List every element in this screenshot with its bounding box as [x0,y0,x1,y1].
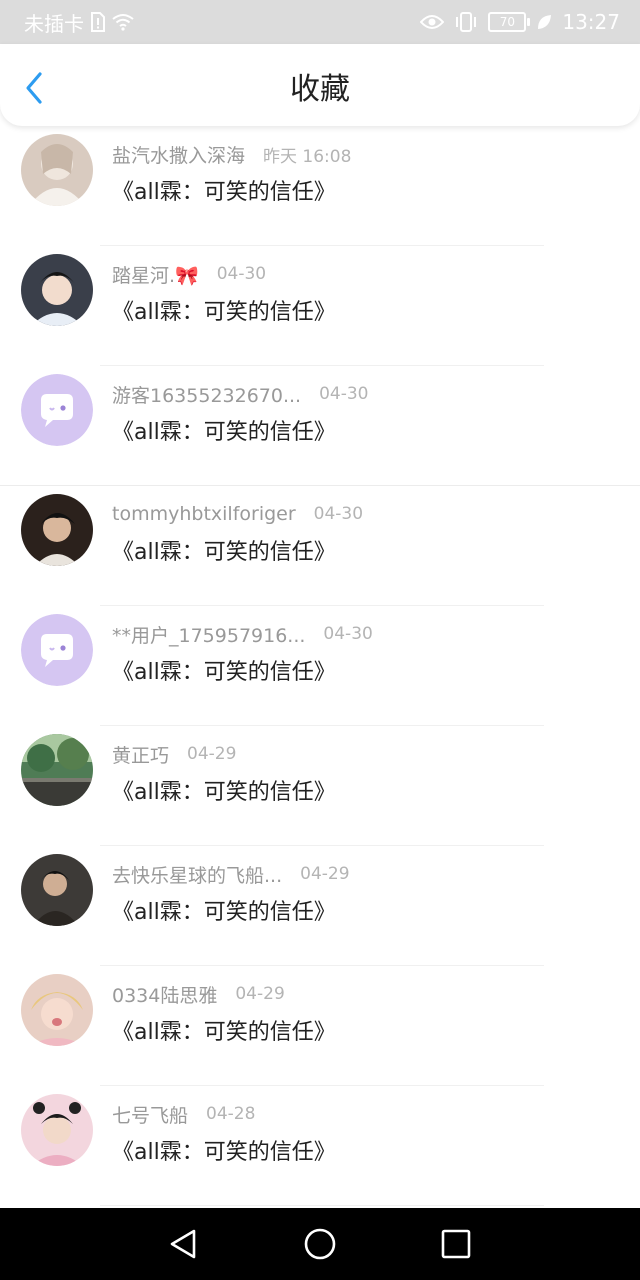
avatar[interactable] [21,494,93,566]
divider [100,1205,544,1206]
timestamp: 昨天 16:08 [263,146,352,167]
nav-back-button[interactable] [163,1224,203,1264]
timestamp: 04-29 [187,744,237,764]
username[interactable]: 盐汽水撒入深海 [112,141,245,168]
clock: 13:27 [562,10,620,34]
avatar[interactable] [21,254,93,326]
default-chat-avatar-icon [21,614,93,686]
username[interactable]: **用户_175957916... [112,621,305,648]
no-sim-icon [90,12,106,32]
list-item[interactable]: tommyhbtxilforiger 04-30 《all霖：可笑的信任》 [0,486,640,606]
list-item[interactable]: 游客16355232670... 04-30 《all霖：可笑的信任》 [0,366,640,486]
timestamp: 04-29 [235,984,285,1004]
timestamp: 04-30 [216,264,267,284]
favorite-title[interactable]: 《all霖：可笑的信任》 [112,534,336,566]
app-header: 收藏 [0,44,640,126]
favorite-title[interactable]: 《all霖：可笑的信任》 [112,894,336,926]
avatar[interactable] [21,134,93,206]
default-chat-avatar-icon [21,374,93,446]
username[interactable]: 七号飞船 [112,1101,188,1128]
username[interactable]: 0334陆思雅 [112,981,217,1008]
list-item[interactable]: 黄正巧 04-29 《all霖：可笑的信任》 [0,726,640,846]
avatar[interactable] [21,374,93,446]
favorite-title[interactable]: 《all霖：可笑的信任》 [112,774,336,806]
system-nav-bar [0,1208,640,1280]
username[interactable]: 黄正巧 [112,741,169,768]
nav-recents-button[interactable] [436,1224,476,1264]
list-item[interactable]: 去快乐星球的飞船... 04-29 《all霖：可笑的信任》 [0,846,640,966]
list-item[interactable]: **用户_175957916... 04-30 《all霖：可笑的信任》 [0,606,640,726]
timestamp: 04-30 [323,624,373,644]
username[interactable]: tommyhbtxilforiger [112,503,296,525]
favorite-title[interactable]: 《all霖：可笑的信任》 [112,174,336,206]
timestamp: 04-30 [319,384,369,404]
battery-indicator: 70 [488,12,531,32]
favorite-title[interactable]: 《all霖：可笑的信任》 [112,1014,336,1046]
favorite-title[interactable]: 《all霖：可笑的信任》 [112,1134,336,1166]
avatar[interactable] [21,734,93,806]
favorite-title[interactable]: 《all霖：可笑的信任》 [112,414,336,446]
timestamp: 04-29 [300,864,350,884]
carrier-label: 未插卡 [24,11,84,36]
username[interactable]: 去快乐星球的飞船... [112,861,282,888]
list-item[interactable]: 七号飞船 04-28 《all霖：可笑的信任》 [0,1086,640,1206]
avatar[interactable] [21,1094,93,1166]
page-title: 收藏 [290,72,350,107]
username[interactable]: 踏星河.🎀 [112,261,199,288]
list-item[interactable]: 踏星河.🎀 04-30 《all霖：可笑的信任》 [0,246,640,366]
leaf-icon [536,13,552,31]
avatar[interactable] [21,854,93,926]
timestamp: 04-28 [206,1104,256,1124]
circle-home-icon [304,1228,336,1260]
status-bar: 未插卡 70 13:27 [0,0,640,44]
triangle-back-icon [170,1229,196,1259]
favorites-list: 盐汽水撒入深海 昨天 16:08 《all霖：可笑的信任》 踏星河.🎀 04-3… [0,126,640,1208]
wifi-icon [112,13,134,31]
list-item[interactable]: 0334陆思雅 04-29 《all霖：可笑的信任》 [0,966,640,1086]
eye-comfort-icon [420,13,445,31]
vibrate-icon [454,12,478,32]
favorite-title[interactable]: 《all霖：可笑的信任》 [112,294,336,326]
list-item[interactable]: 盐汽水撒入深海 昨天 16:08 《all霖：可笑的信任》 [0,126,640,246]
nav-home-button[interactable] [300,1224,340,1264]
square-recents-icon [441,1229,471,1259]
favorite-title[interactable]: 《all霖：可笑的信任》 [112,654,336,686]
timestamp: 04-30 [313,504,364,524]
avatar[interactable] [21,614,93,686]
avatar[interactable] [21,974,93,1046]
username[interactable]: 游客16355232670... [112,381,301,408]
